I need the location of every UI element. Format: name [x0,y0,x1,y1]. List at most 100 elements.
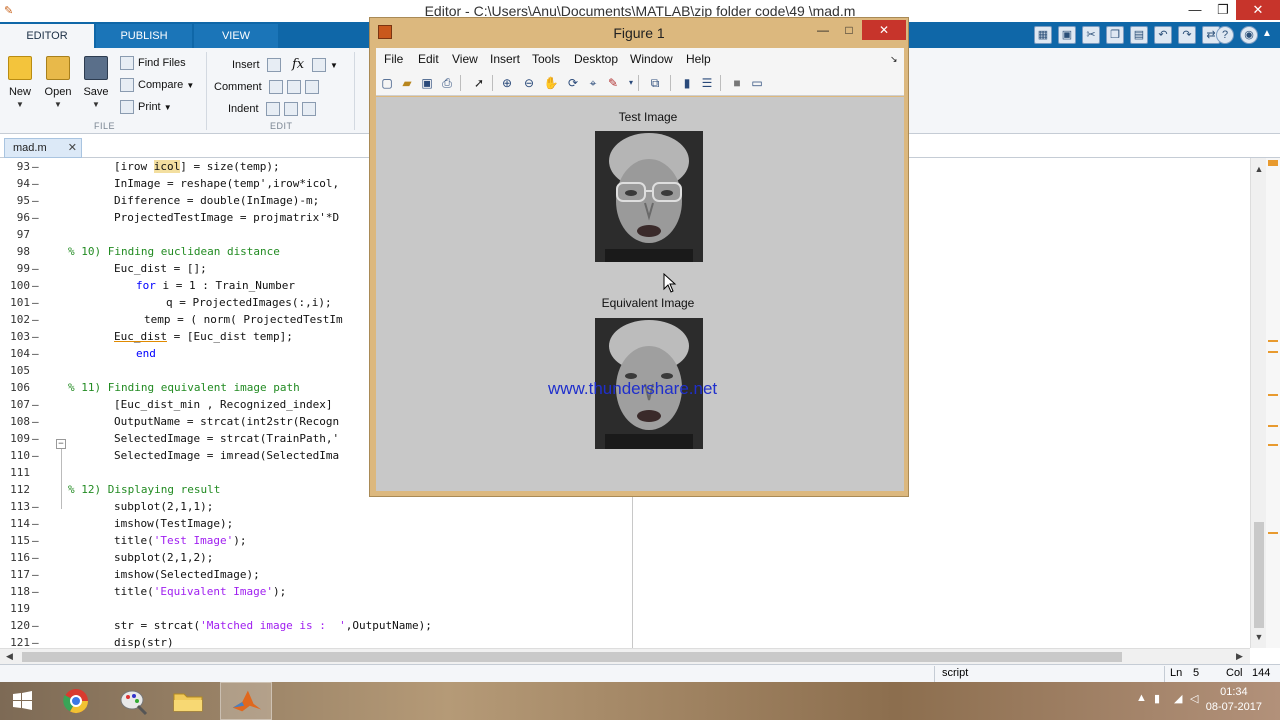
print-button[interactable]: Print ▼ [120,98,172,116]
warning-marker[interactable] [1268,532,1278,534]
warning-marker[interactable] [1268,160,1278,166]
line-number: 94 [16,177,30,190]
figure-close-button[interactable]: ✕ [862,20,906,40]
volume-icon[interactable]: ◁ [1190,692,1198,705]
code-text: Difference = double(InImage)-m; [114,194,320,207]
code-line: 120— str = strcat('Matched image is : ',O… [0,617,1250,634]
paste-quick-icon[interactable]: ▤ [1130,26,1148,44]
cut-quick-icon[interactable]: ✂ [1082,26,1100,44]
menu-window[interactable]: Window [630,52,673,66]
print-figure-icon[interactable]: ⎙ [438,74,456,92]
figure-maximize-button[interactable]: □ [836,20,862,40]
figure-window[interactable]: Figure 1 — □ ✕ File Edit View Insert Too… [369,17,909,497]
warning-marker[interactable] [1268,394,1278,396]
line-number: 104 [10,347,30,360]
copy-quick-icon[interactable]: ❐ [1106,26,1124,44]
new-figure-icon[interactable]: ▢ [378,74,396,92]
menu-desktop[interactable]: Desktop [574,52,618,66]
colorbar-icon[interactable]: ▮ [678,74,696,92]
insert-section-button[interactable]: ▼ [312,56,338,74]
taskbar-explorer[interactable] [162,682,214,720]
scroll-down-icon[interactable]: ▼ [1251,632,1267,642]
status-mode: script [942,667,969,679]
compare-button[interactable]: Compare ▼ [120,76,194,94]
show-plot-tools-icon[interactable]: ▭ [748,74,766,92]
undo-quick-icon[interactable]: ↶ [1154,26,1172,44]
toolbar-divider [638,75,639,91]
indent-button[interactable]: Indent [228,100,320,118]
pointer-icon[interactable]: ➚ [470,74,488,92]
minimize-button[interactable]: — [1180,0,1210,20]
menu-tools[interactable]: Tools [532,52,560,66]
figure-title-bar[interactable]: Figure 1 — □ ✕ [370,18,908,46]
open-file-icon[interactable]: ▰ [398,74,416,92]
scroll-left-icon[interactable]: ◀ [6,651,13,662]
insert-button[interactable]: Insert [232,56,285,74]
dock-arrow-icon[interactable]: ↘ [890,54,898,65]
help-icon[interactable]: ? [1216,26,1234,44]
warning-marker[interactable] [1268,444,1278,446]
hide-plot-tools-icon[interactable]: ■ [728,74,746,92]
tray-expand-icon[interactable]: ▲ [1136,692,1147,704]
code-text: Euc_dist = []; [114,262,207,275]
rotate-3d-icon[interactable]: ⟳ [564,74,582,92]
pan-hand-icon[interactable]: ✋ [542,74,560,92]
menu-view[interactable]: View [452,52,478,66]
code-text: Euc_dist = [Euc_dist temp]; [114,330,293,343]
vertical-scrollbar[interactable]: ▲ ▼ [1250,158,1266,648]
redo-quick-icon[interactable]: ↷ [1178,26,1196,44]
tab-view[interactable]: VIEW [194,24,278,48]
close-tab-icon[interactable]: ✕ [68,139,77,157]
warning-marker[interactable] [1268,351,1278,353]
tab-publish[interactable]: PUBLISH [96,24,192,48]
new-button[interactable]: New ▼ [0,56,40,109]
doc-tab-mad[interactable]: mad.m ✕ [4,138,82,158]
maximize-button[interactable]: ❐ [1208,0,1238,20]
figure-canvas[interactable]: Test Image Equivalent Image www.thunders… [376,97,904,491]
link-plot-icon[interactable]: ⧉ [646,74,664,92]
ribbon-collapse-icon[interactable]: ▲ [1262,28,1272,39]
warning-marker[interactable] [1268,425,1278,427]
warning-marker[interactable] [1268,340,1278,342]
menu-insert[interactable]: Insert [490,52,520,66]
save-button[interactable]: Save ▼ [76,56,116,109]
horizontal-scrollbar[interactable]: ◀ ▶ [0,648,1250,664]
system-clock[interactable]: 01:34 08-07-2017 [1206,685,1262,715]
comment-button[interactable]: Comment [214,78,323,96]
section-divider [206,52,207,130]
menu-edit[interactable]: Edit [418,52,439,66]
save-quick-icon[interactable]: ▣ [1058,26,1076,44]
start-button[interactable] [0,682,46,720]
scroll-up-icon[interactable]: ▲ [1251,164,1267,174]
figure-minimize-button[interactable]: — [810,20,836,40]
decrease-indent-icon [301,102,316,117]
open-button[interactable]: Open ▼ [38,56,78,109]
taskbar-paint[interactable] [108,682,160,720]
vertical-scroll-thumb[interactable] [1254,522,1264,628]
menu-help[interactable]: Help [686,52,711,66]
taskbar-matlab[interactable] [220,682,272,720]
fx-button[interactable]: fx [292,56,304,74]
taskbar-chrome[interactable] [50,682,102,720]
zoom-in-icon[interactable]: ⊕ [498,74,516,92]
save-figure-icon[interactable]: ▣ [418,74,436,92]
horizontal-scroll-thumb[interactable] [22,652,1122,662]
brush-icon[interactable]: ✎ [604,74,622,92]
fold-toggle-icon[interactable]: − [56,439,66,449]
data-cursor-icon[interactable]: ⌖ [584,74,602,92]
legend-icon[interactable]: ☰ [698,74,716,92]
scroll-right-icon[interactable]: ▶ [1236,651,1243,662]
battery-icon[interactable]: ▮ [1154,692,1160,705]
menu-file[interactable]: File [384,52,403,66]
quick-access-icon[interactable]: ▦ [1034,26,1052,44]
line-number: 106 [10,381,30,394]
find-files-button[interactable]: Find Files [120,54,186,72]
zoom-out-icon[interactable]: ⊖ [520,74,538,92]
community-icon[interactable]: ◉ [1240,26,1258,44]
line-number: 113 [10,500,30,513]
network-signal-icon[interactable]: ◢ [1174,692,1182,705]
status-ln-label: Ln [1170,667,1183,679]
code-text: imshow(TestImage); [114,517,234,530]
close-button[interactable]: ✕ [1236,0,1280,20]
tab-editor[interactable]: EDITOR [0,24,94,48]
